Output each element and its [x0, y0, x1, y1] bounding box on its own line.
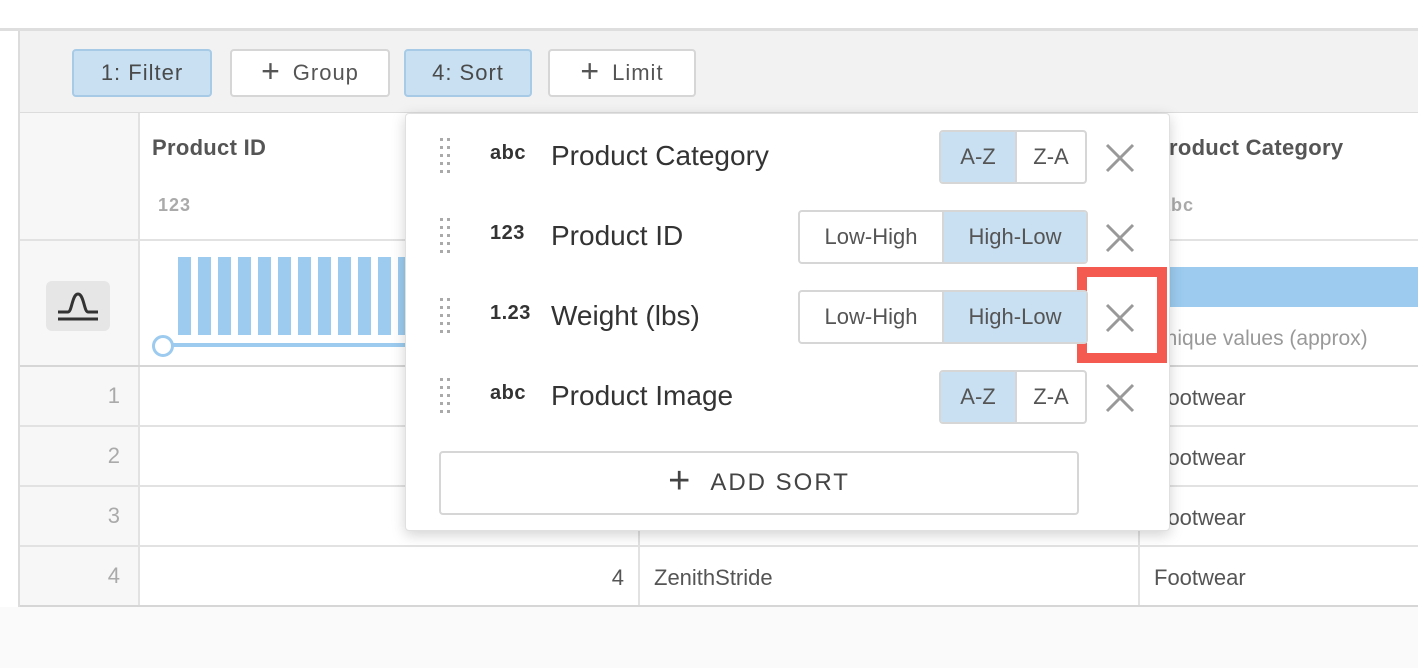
sort-field-name: Product Image: [551, 380, 734, 411]
text-type-icon: abc: [490, 382, 526, 404]
sort-desc-option[interactable]: High-Low: [942, 292, 1086, 342]
group-button-label: Group: [292, 60, 359, 85]
range-slider-track[interactable]: [166, 343, 426, 347]
close-icon: [1105, 223, 1135, 253]
histogram-bar: [338, 257, 351, 335]
sort-desc-option[interactable]: High-Low: [942, 212, 1086, 262]
histogram-bar: [378, 257, 391, 335]
sort-button[interactable]: 4: Sort: [404, 49, 532, 97]
filter-button[interactable]: 1: Filter: [72, 49, 212, 97]
limit-button-label: Limit: [612, 60, 664, 85]
sort-field-name: Product ID: [551, 220, 684, 251]
histogram-bar: [358, 257, 371, 335]
sort-item[interactable]: 123 Product ID Low-High High-Low: [406, 196, 1171, 276]
sort-button-label: 4: Sort: [432, 60, 504, 85]
sort-asc-option[interactable]: A-Z: [941, 132, 1015, 182]
query-toolbar: 1: Filter + Group 4: Sort + Limit: [18, 31, 1418, 113]
sort-direction-toggle: A-Z Z-A: [939, 370, 1087, 424]
number-type-icon: 123: [158, 195, 192, 215]
sort-asc-option[interactable]: Low-High: [800, 212, 942, 262]
range-slider-handle[interactable]: [152, 335, 174, 357]
sort-item[interactable]: 1.23 Weight (lbs) Low-High High-Low: [406, 276, 1171, 356]
row-number: 3: [107, 503, 120, 528]
drag-handle-icon[interactable]: [440, 218, 454, 254]
sort-direction-toggle: Low-High High-Low: [798, 290, 1088, 344]
histogram-bar: [258, 257, 271, 335]
sort-popover: abc Product Category A-Z Z-A 123 Product…: [405, 113, 1170, 531]
sort-field-name: Product Category: [551, 140, 769, 171]
sort-item[interactable]: abc Product Image A-Z Z-A: [406, 356, 1171, 436]
plus-icon: +: [261, 53, 281, 89]
decimal-type-icon: 1.23: [490, 302, 531, 324]
sort-desc-option[interactable]: Z-A: [1015, 132, 1085, 182]
distribution-toggle-button[interactable]: [46, 281, 110, 331]
drag-handle-icon[interactable]: [440, 298, 454, 334]
table-footer-area: [0, 607, 1418, 668]
category-cell: Footwear: [1154, 565, 1246, 590]
sort-desc-option[interactable]: Z-A: [1015, 372, 1085, 422]
column-divider: [138, 113, 140, 607]
sort-asc-option[interactable]: A-Z: [941, 372, 1015, 422]
close-icon: [1105, 383, 1135, 413]
remove-sort-button[interactable]: [1100, 218, 1140, 258]
histogram-bar: [298, 257, 311, 335]
histogram-bar: [218, 257, 231, 335]
remove-sort-button[interactable]: [1100, 298, 1140, 338]
column-header-product-category[interactable]: Product Category: [1154, 135, 1343, 161]
number-type-icon: 123: [490, 222, 525, 244]
histogram-bar: [318, 257, 331, 335]
histogram-bar: [198, 257, 211, 335]
sort-asc-option[interactable]: Low-High: [800, 292, 942, 342]
row-divider: [20, 545, 1418, 547]
remove-sort-button[interactable]: [1100, 138, 1140, 178]
group-button[interactable]: + Group: [230, 49, 390, 97]
histogram-bar: [178, 257, 191, 335]
product-name-cell: ZenithStride: [654, 565, 773, 590]
sort-field-name: Weight (lbs): [551, 300, 700, 331]
text-type-icon: abc: [490, 142, 526, 164]
histogram-bar: [278, 257, 291, 335]
category-distribution-bar: [1152, 267, 1418, 307]
row-number: 1: [107, 383, 120, 408]
row-number: 2: [107, 443, 120, 468]
product-id-cell: 4: [611, 565, 624, 590]
sort-item[interactable]: abc Product Category A-Z Z-A: [406, 116, 1171, 196]
sort-direction-toggle: A-Z Z-A: [939, 130, 1087, 184]
row-number-column: [20, 113, 138, 607]
add-sort-button[interactable]: + ADD SORT: [439, 451, 1079, 515]
add-sort-label: ADD SORT: [710, 469, 850, 496]
drag-handle-icon[interactable]: [440, 378, 454, 414]
row-number: 4: [107, 563, 120, 588]
close-icon: [1105, 303, 1135, 333]
limit-button[interactable]: + Limit: [548, 49, 696, 97]
close-icon: [1105, 143, 1135, 173]
column-header-product-id[interactable]: Product ID: [152, 135, 266, 161]
unique-values-label: unique values (approx): [1154, 327, 1368, 350]
filter-button-label: 1: Filter: [100, 60, 184, 85]
distribution-curve-icon: [58, 292, 98, 321]
plus-icon: +: [668, 460, 693, 502]
histogram-bar: [238, 257, 251, 335]
plus-icon: +: [580, 53, 601, 89]
sort-direction-toggle: Low-High High-Low: [798, 210, 1088, 264]
remove-sort-button[interactable]: [1100, 378, 1140, 418]
drag-handle-icon[interactable]: [440, 138, 454, 174]
